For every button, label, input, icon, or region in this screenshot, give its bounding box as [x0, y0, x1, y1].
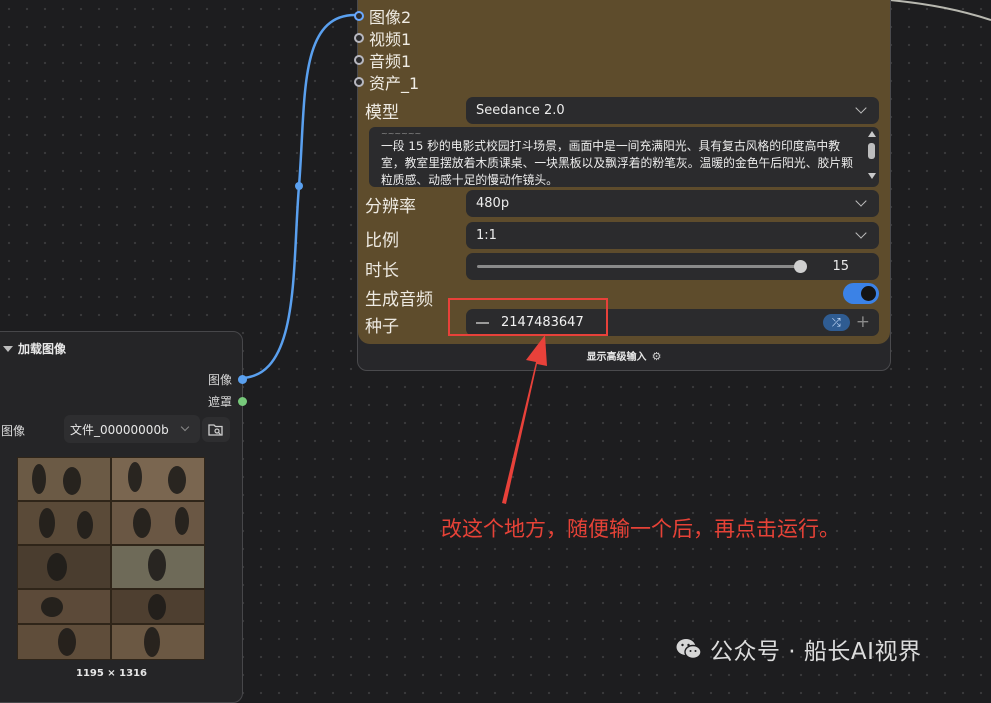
image-field-label: 图像 [1, 424, 26, 438]
output-socket-icon[interactable] [238, 375, 247, 384]
open-folder-button[interactable] [202, 417, 230, 442]
output-label: 图像 [207, 373, 232, 387]
chevron-down-icon [180, 422, 190, 431]
image-preview [17, 457, 205, 660]
output-label: 遮罩 [207, 395, 232, 409]
output-socket-icon[interactable] [238, 397, 247, 406]
file-select[interactable]: 文件_00000000b [64, 415, 200, 443]
wechat-icon [676, 639, 702, 660]
output-slot-mask[interactable]: 遮罩 [208, 393, 247, 410]
watermark-text: 公众号 · 船长AI视界 [710, 639, 922, 665]
load-image-title: 加载图像 [18, 342, 67, 356]
output-slot-image[interactable]: 图像 [208, 371, 247, 388]
load-image-header[interactable]: 加载图像 [1, 332, 242, 366]
folder-search-icon [208, 423, 223, 436]
file-value: 文件_00000000b [70, 422, 169, 437]
annotation-text: 改这个地方，随便输一个后，再点击运行。 [441, 517, 840, 541]
watermark: 公众号 · 船长AI视界 [676, 632, 921, 666]
collapse-caret-icon[interactable] [3, 346, 13, 352]
load-image-node[interactable]: 加载图像 图像 遮罩 图像 文件_00000000b 1195 × 1316 [0, 331, 247, 703]
image-dimensions: 1195 × 1316 [75, 668, 147, 679]
